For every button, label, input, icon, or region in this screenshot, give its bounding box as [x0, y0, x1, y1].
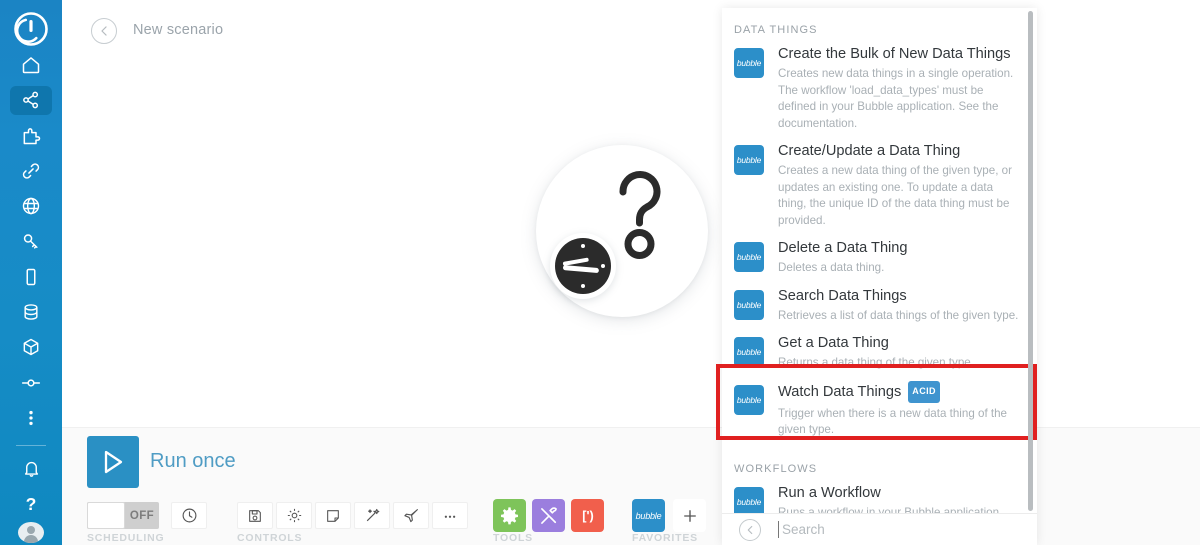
sidebar-item-more[interactable]	[10, 403, 52, 432]
sidebar-item-data-structures[interactable]	[10, 333, 52, 362]
note-icon[interactable]	[315, 502, 351, 529]
controls-section-label: CONTROLS	[237, 532, 303, 544]
module-list[interactable]: DATA THINGS bubble Create the Bulk of New …	[722, 8, 1037, 513]
placeholder-module[interactable]	[528, 137, 716, 325]
text-parser-icon[interactable]: [')	[571, 499, 604, 532]
run-once-button[interactable]	[87, 436, 139, 488]
sidebar-item-connections[interactable]	[10, 156, 52, 185]
bubble-app-icon: bubble	[734, 289, 764, 320]
module-title: Get a Data Thing	[778, 335, 889, 351]
module-title: Search Data Things	[778, 287, 907, 304]
svg-text:?: ?	[26, 494, 37, 514]
settings-gear-icon[interactable]	[276, 502, 312, 529]
module-row[interactable]: bubble Run a Workflow Runs a workflow in y…	[722, 482, 1037, 514]
sidebar-item-home[interactable]	[10, 50, 52, 79]
bubble-app-icon-label: bubble	[736, 347, 762, 357]
sidebar-item-templates[interactable]	[10, 121, 52, 150]
module-title: Run a Workflow	[778, 484, 881, 501]
module-title: Create/Update a Data Thing	[778, 143, 961, 159]
module-row[interactable]: bubble Search Data Things Retrieves a list…	[722, 285, 1037, 333]
module-description: Retrieves a list of data things of the g…	[778, 308, 1019, 322]
toggle-state-label: OFF	[129, 509, 155, 522]
svg-text:['): [')	[582, 509, 593, 523]
module-row[interactable]: bubble Create/Update a Data Thing Creates …	[722, 140, 1037, 237]
module-row-text: Get a Data Thing Returns a data thing of …	[778, 334, 974, 372]
app-root: ? New scenario Run once OFF [') bubble S…	[0, 0, 1200, 545]
scheduling-section-label: SCHEDULING	[87, 532, 165, 544]
clock-icon	[550, 233, 616, 299]
bubble-app-icon: bubble	[734, 48, 764, 78]
save-floppy-icon[interactable]	[237, 502, 273, 529]
tools-gear-icon[interactable]	[493, 499, 526, 532]
add-favorite-plus-icon[interactable]	[673, 499, 706, 532]
builtin-apps-icon[interactable]	[532, 499, 565, 532]
module-row[interactable]: bubble Get a Data Thing Returns a data thi…	[722, 332, 1037, 380]
favorites-section-label: FAVORITES	[632, 532, 698, 544]
help-question-icon[interactable]: ?	[10, 490, 52, 519]
sidebar-item-devices[interactable]	[10, 262, 52, 291]
module-title: Delete a Data Thing	[778, 240, 908, 256]
panel-scrollbar[interactable]	[1028, 11, 1033, 511]
module-row-text: Watch Data Things ACID Trigger when there …	[778, 380, 1023, 439]
auto-align-wand-icon[interactable]	[354, 502, 390, 529]
module-row[interactable]: bubble Watch Data Things ACID Trigger when …	[722, 380, 1037, 447]
bubble-app-icon-label: bubble	[736, 394, 762, 405]
bubble-favorite-icon[interactable]: bubble	[632, 499, 665, 532]
bubble-app-icon: bubble	[734, 337, 764, 367]
search-input[interactable]: Search	[778, 521, 825, 538]
run-once-label[interactable]: Run once	[150, 450, 236, 473]
more-ellipsis-icon[interactable]	[432, 502, 468, 529]
group-heading-workflows: WORKFLOWS	[734, 462, 818, 475]
user-avatar[interactable]	[18, 521, 44, 544]
sidebar-item-scenarios[interactable]	[10, 85, 52, 115]
module-description: Trigger when there is a new data thing o…	[778, 406, 1008, 437]
bubble-app-icon-label: bubble	[736, 496, 762, 507]
bubble-app-icon-label: bubble	[736, 252, 762, 262]
integromat-logo[interactable]	[0, 10, 62, 47]
bubble-app-icon-label: bubble	[736, 155, 762, 165]
sidebar-item-keys[interactable]	[10, 227, 52, 256]
sidebar-item-functions[interactable]	[10, 368, 52, 397]
bubble-app-icon: bubble	[734, 384, 764, 415]
bubble-app-icon: bubble	[734, 486, 764, 513]
module-description: Creates new data things in a single oper…	[778, 67, 1014, 130]
bubble-app-icon-label: bubble	[736, 58, 762, 68]
tools-section-label: TOOLS	[493, 532, 533, 544]
sidebar-item-data-stores[interactable]	[10, 297, 52, 326]
bubble-favorite-label: bubble	[635, 510, 662, 521]
bubble-app-icon-label: bubble	[736, 299, 762, 310]
notifications-bell-icon[interactable]	[10, 454, 52, 483]
module-picker-panel: DATA THINGS bubble Create the Bulk of New …	[716, 8, 1037, 545]
module-row-text: Search Data Things Retrieves a list of da…	[778, 287, 1018, 325]
module-row-text: Create the Bulk of New Data Things Create…	[778, 45, 1023, 132]
toggle-knob	[87, 502, 125, 529]
panel-search-bar[interactable]: Search	[722, 513, 1037, 545]
module-row[interactable]: bubble Delete a Data Thing Deletes a data …	[722, 237, 1037, 285]
back-arrow-icon[interactable]	[91, 18, 117, 44]
question-mark-icon	[610, 167, 672, 266]
bubble-app-icon: bubble	[734, 242, 764, 272]
module-row-text: Delete a Data Thing Deletes a data thing.	[778, 239, 908, 277]
group-heading-data-things: DATA THINGS	[734, 24, 818, 36]
module-row-text: Create/Update a Data Thing Creates a new …	[778, 142, 1023, 229]
module-title: Create the Bulk of New Data Things	[778, 46, 1011, 62]
left-sidebar: ?	[0, 0, 62, 545]
sidebar-item-webhooks[interactable]	[10, 192, 52, 221]
module-row[interactable]: bubble Create the Bulk of New Data Things…	[722, 43, 1037, 140]
module-description: Runs a workflow in your Bubble applicati…	[778, 505, 1003, 514]
module-row-text: Run a Workflow Runs a workflow in your Bu…	[778, 484, 1002, 514]
sidebar-divider	[16, 444, 46, 446]
module-title: Watch Data Things ACID	[778, 380, 1023, 404]
explain-flow-plane-icon[interactable]	[393, 502, 429, 529]
back-arrow-icon[interactable]	[739, 518, 761, 541]
module-description: Creates a new data thing of the given ty…	[778, 164, 1012, 227]
page-title: New scenario	[133, 22, 224, 38]
badge-acid: ACID	[908, 380, 940, 403]
scheduling-toggle[interactable]: OFF	[87, 502, 159, 529]
clock-schedule-icon[interactable]	[171, 502, 207, 529]
module-description: Deletes a data thing.	[778, 261, 885, 274]
bubble-app-icon: bubble	[734, 145, 764, 175]
module-description: Returns a data thing of the given type.	[778, 356, 974, 369]
